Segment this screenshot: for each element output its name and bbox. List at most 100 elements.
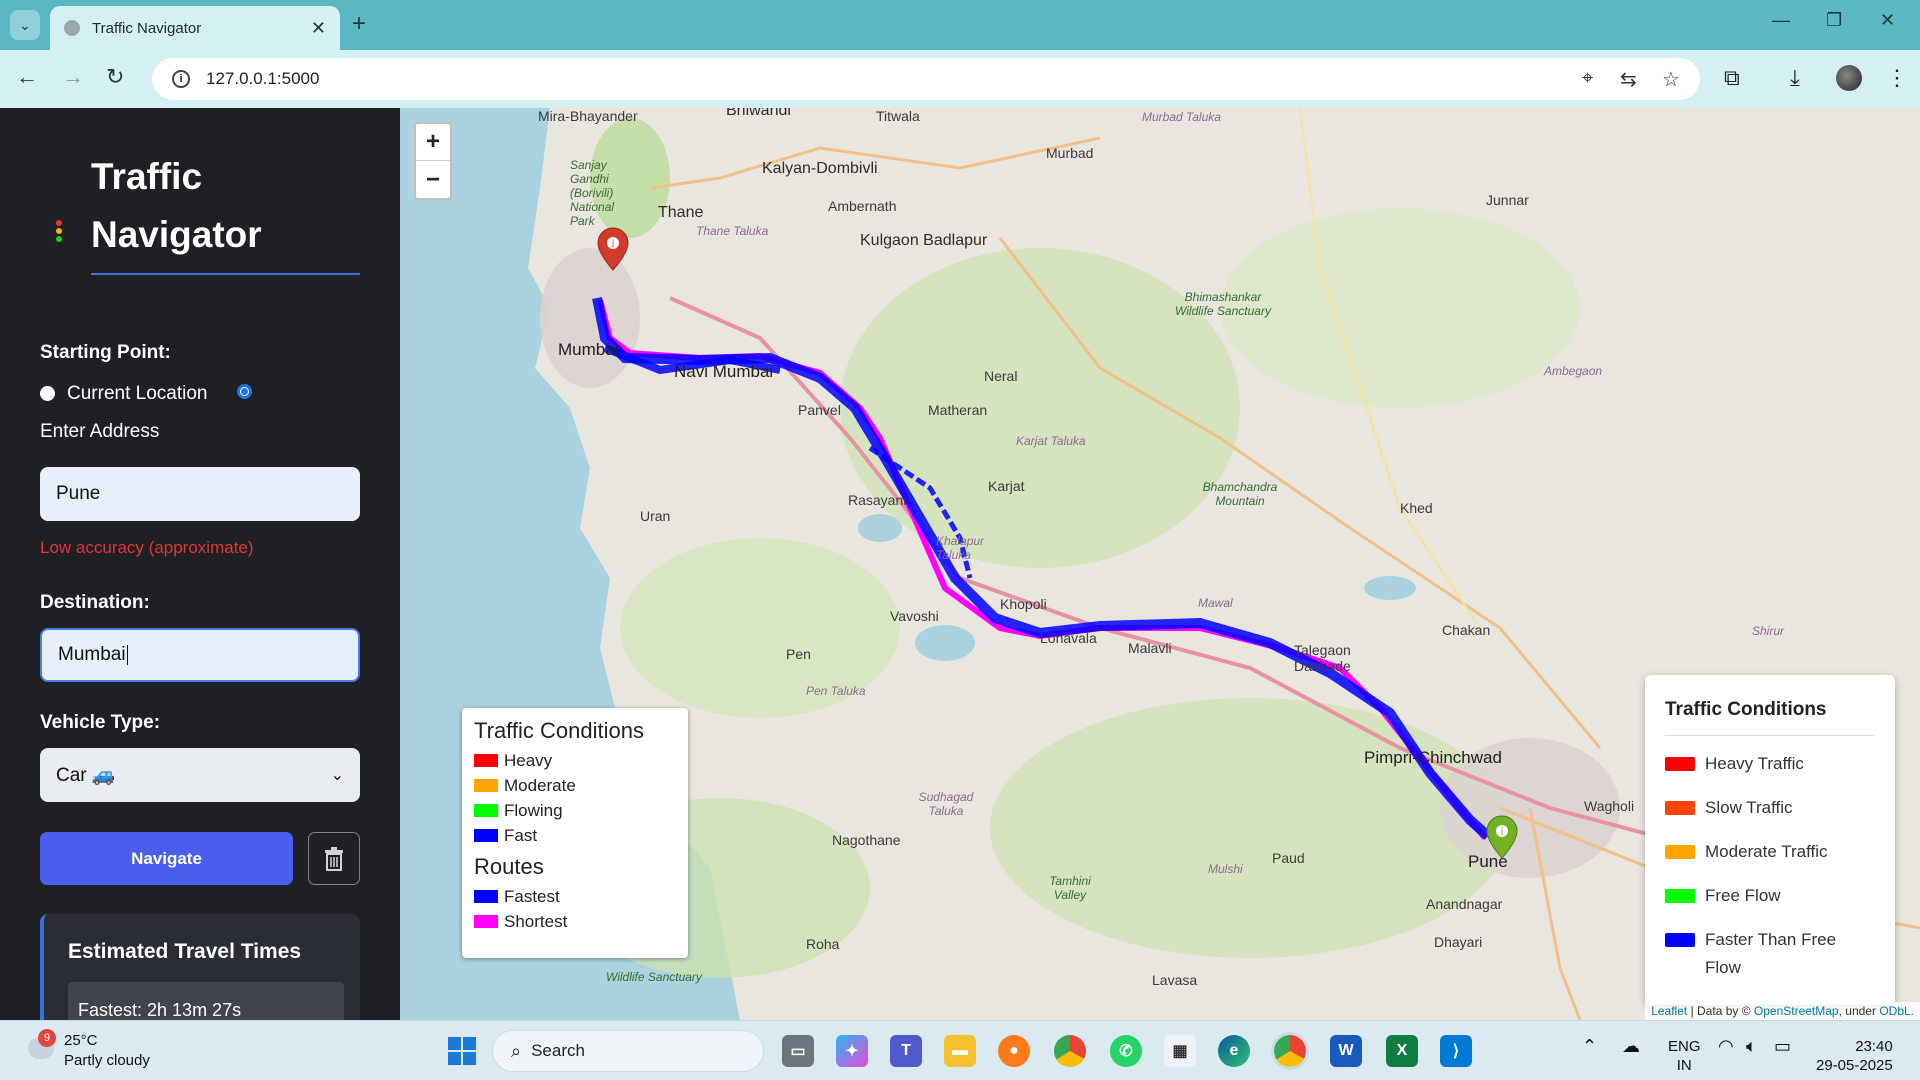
reload-icon[interactable]: ↻: [106, 64, 124, 90]
minimize-icon[interactable]: —: [1772, 10, 1790, 31]
map-label-rasayani: Rasayani: [848, 492, 907, 508]
map-label-pen: Pen: [786, 646, 811, 662]
map-label-bhamchandra: Bhamchandra Mountain: [1202, 480, 1278, 508]
tab-title: Traffic Navigator: [92, 19, 202, 37]
teams-icon[interactable]: T: [890, 1035, 922, 1067]
show-hidden-icons-icon[interactable]: ⌃: [1582, 1037, 1597, 1056]
taskbar-search[interactable]: ⌕ Search: [492, 1030, 764, 1072]
vscode-icon[interactable]: ⟩: [1440, 1035, 1472, 1067]
zoom-in-button[interactable]: +: [416, 124, 450, 161]
close-tab-icon[interactable]: ✕: [311, 18, 326, 39]
vehicle-type-select[interactable]: Car 🚙 ⌄: [40, 748, 360, 802]
map-label-khalapur: Khalapur Taluka: [936, 534, 985, 562]
legend-small-title: Traffic Conditions: [474, 718, 644, 743]
clear-route-button[interactable]: [308, 832, 360, 885]
map-label-ambernath: Ambernath: [828, 198, 897, 214]
edge-icon[interactable]: e: [1218, 1035, 1250, 1067]
bookmark-star-icon[interactable]: ☆: [1662, 67, 1680, 92]
map-label-karjat-taluka: Karjat Taluka: [1016, 434, 1086, 448]
map-label-titwala: Titwala: [876, 108, 920, 124]
new-tab-icon[interactable]: +: [352, 10, 366, 38]
tab-search-dropdown-icon[interactable]: ⌄: [10, 10, 40, 40]
network-status-icon[interactable]: ☁: [1622, 1037, 1640, 1056]
address-bar[interactable]: i 127.0.0.1:5000: [152, 58, 1700, 100]
map-label-malavli: Malavli: [1128, 640, 1172, 656]
legend-small-item: Moderate: [474, 773, 676, 798]
firefox-icon[interactable]: ●: [998, 1035, 1030, 1067]
forward-arrow-icon[interactable]: →: [62, 64, 84, 90]
word-icon[interactable]: W: [1330, 1035, 1362, 1067]
map-label-sudhagad: Sudhagad Taluka: [918, 790, 974, 818]
map-label-mumbai: Mumbai: [558, 340, 619, 359]
browser-tab[interactable]: Traffic Navigator ✕: [50, 6, 340, 50]
map-label-ambegaon: Ambegaon: [1544, 364, 1603, 378]
copilot-icon[interactable]: ✦: [836, 1035, 868, 1067]
battery-icon[interactable]: ▭: [1774, 1037, 1791, 1056]
map-label-thane: Thane: [658, 204, 704, 221]
weather-text: Partly cloudy: [64, 1052, 150, 1069]
map-label-junnar: Junnar: [1486, 192, 1529, 208]
legend-large-item: Moderate Traffic: [1665, 838, 1875, 866]
map-label-matheran: Matheran: [928, 402, 988, 418]
osm-link[interactable]: OpenStreetMap: [1754, 1004, 1839, 1018]
legend-large-item: Faster Than Free Flow: [1665, 926, 1875, 982]
translate-icon[interactable]: ⇆: [1620, 67, 1637, 92]
odbl-link[interactable]: ODbL.: [1879, 1004, 1914, 1018]
destination-input[interactable]: Mumbai: [40, 628, 360, 682]
clock[interactable]: 23:40 29-05-2025: [1816, 1037, 1893, 1075]
store-icon[interactable]: ▦: [1164, 1035, 1196, 1067]
enter-address-radio[interactable]: [237, 384, 252, 399]
leaflet-link[interactable]: Leaflet: [1651, 1004, 1687, 1018]
map-label-nagothane: Nagothane: [832, 832, 901, 848]
map-label-pimpri: Pimpri-Chinchwad: [1364, 748, 1502, 767]
legend-large-title: Traffic Conditions: [1665, 699, 1875, 736]
map-label-panvel: Panvel: [798, 402, 841, 418]
weather-widget[interactable]: 9 25°C Partly cloudy: [24, 1029, 150, 1071]
map-label-mulshi: Mulshi: [1208, 862, 1243, 876]
map-label-roha: Roha: [806, 936, 840, 952]
search-icon: ⌕: [511, 1040, 522, 1061]
map-label-lonavala: Lonavala: [1040, 630, 1097, 646]
map-legend-large: Traffic Conditions Heavy Traffic Slow Tr…: [1645, 675, 1895, 1005]
map-label-bhiwandi: Bhiwandi: [726, 108, 791, 119]
zoom-control: + −: [414, 122, 452, 200]
profile-avatar[interactable]: [1836, 65, 1862, 91]
fastest-time: Fastest: 2h 13m 27s: [68, 982, 344, 1020]
map-canvas[interactable]: Mira-Bhayander Bhiwandi Titwala Murbad T…: [400, 108, 1920, 1020]
task-view-icon[interactable]: ▭: [782, 1035, 814, 1067]
file-explorer-icon[interactable]: ▬: [944, 1035, 976, 1067]
map-label-wagholi: Wagholi: [1584, 798, 1635, 814]
browser-toolbar: ← → ↻ i 127.0.0.1:5000 ⌖ ⇆ ☆ ⧉ ⤓ ⋮: [0, 50, 1920, 108]
volume-icon[interactable]: 🔈︎: [1746, 1037, 1757, 1056]
restore-icon[interactable]: ❐: [1826, 10, 1842, 31]
chrome-active-icon[interactable]: [1271, 1032, 1309, 1070]
title-underline: [91, 273, 360, 275]
back-arrow-icon[interactable]: ←: [16, 64, 38, 90]
navigate-button[interactable]: Navigate: [40, 832, 293, 885]
extensions-icon[interactable]: ⧉: [1724, 65, 1740, 91]
close-window-icon[interactable]: ✕: [1880, 10, 1895, 31]
wifi-icon[interactable]: ◠: [1718, 1037, 1734, 1056]
location-pin-icon[interactable]: ⌖: [1582, 67, 1593, 90]
origin-marker-icon[interactable]: i: [596, 226, 630, 272]
map-label-pen-taluka: Pen Taluka: [806, 684, 866, 698]
clock-time: 23:40: [1855, 1038, 1893, 1055]
legend-small-item: Fast: [474, 823, 676, 848]
map-label-vavoshi: Vavoshi: [890, 608, 939, 624]
start-address-input[interactable]: Pune: [40, 467, 360, 521]
start-button[interactable]: [446, 1035, 478, 1067]
destination-marker-icon[interactable]: i: [1485, 814, 1519, 860]
excel-icon[interactable]: X: [1386, 1035, 1418, 1067]
whatsapp-icon[interactable]: ✆: [1110, 1035, 1142, 1067]
download-icon[interactable]: ⤓: [1790, 65, 1800, 91]
site-info-icon[interactable]: i: [172, 70, 190, 88]
current-location-radio[interactable]: [40, 386, 55, 401]
menu-kebab-icon[interactable]: ⋮: [1886, 65, 1908, 91]
legend-large-item: Slow Traffic: [1665, 794, 1875, 822]
chrome-icon[interactable]: [1054, 1035, 1086, 1067]
language-indicator[interactable]: ENG IN: [1668, 1037, 1701, 1075]
zoom-out-button[interactable]: −: [416, 161, 450, 198]
map-label-talegaon: Talegaon Dabhade: [1294, 642, 1351, 674]
legend-small-item: Flowing: [474, 798, 676, 823]
legend-route-item: Shortest: [474, 909, 676, 934]
